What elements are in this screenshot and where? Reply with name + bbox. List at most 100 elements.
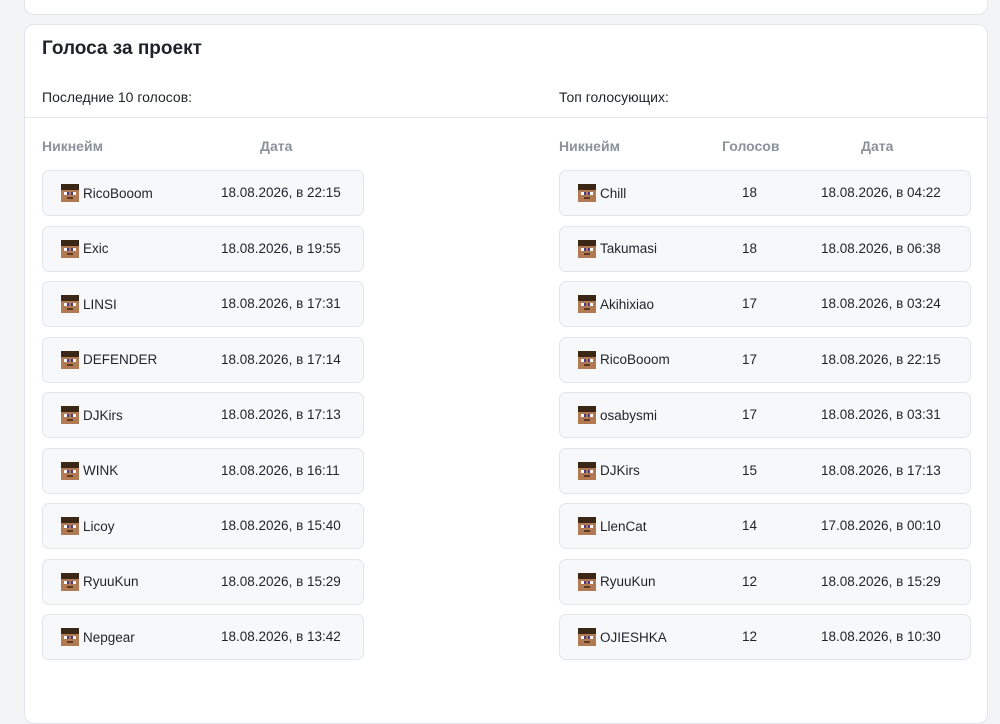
top-voters-label: Топ голосующих:: [559, 89, 669, 105]
player-nick[interactable]: DJKirs: [61, 406, 123, 424]
vote-date: 18.08.2026, в 17:13: [221, 407, 341, 422]
player-nick[interactable]: RyuuKun: [61, 572, 139, 591]
player-nick[interactable]: Exic: [61, 239, 109, 258]
player-nick-text[interactable]: osabysmi: [600, 408, 657, 423]
player-avatar-icon: [578, 517, 596, 535]
top-voter-row: Akihixiao 17 18.08.2026, в 03:24: [559, 281, 971, 327]
vote-date: 18.08.2026, в 17:31: [221, 296, 341, 311]
vote-count: 15: [742, 462, 758, 478]
player-avatar-icon: [578, 628, 596, 646]
vote-date: 18.08.2026, в 17:14: [221, 351, 341, 367]
vote-date: 18.08.2026, в 15:40: [221, 518, 341, 533]
vote-date: 18.08.2026, в 13:42: [221, 629, 341, 644]
player-nick[interactable]: RicoBooom: [578, 350, 670, 369]
previous-card: [24, 0, 988, 15]
player-nick[interactable]: DEFENDER: [61, 350, 157, 369]
vote-date: 18.08.2026, в 06:38: [821, 240, 941, 256]
last-vote-row: DJKirs 18.08.2026, в 17:13: [42, 392, 364, 438]
vote-date: 17.08.2026, в 00:10: [821, 518, 941, 533]
player-avatar-icon: [61, 461, 79, 480]
player-nick[interactable]: Akihixiao: [578, 295, 654, 313]
top-voter-row: OJIESHKA 12 18.08.2026, в 10:30: [559, 614, 971, 660]
player-nick-text[interactable]: Nepgear: [83, 630, 135, 645]
vote-count: 12: [742, 573, 758, 589]
player-avatar-icon: [578, 350, 596, 369]
vote-date: 18.08.2026, в 19:55: [221, 240, 341, 256]
vote-date: 18.08.2026, в 03:24: [821, 296, 941, 311]
last-vote-row: RyuuKun 18.08.2026, в 15:29: [42, 558, 364, 605]
player-nick-text[interactable]: Akihixiao: [600, 297, 654, 312]
top-voter-row: DJKirs 15 18.08.2026, в 17:13: [559, 447, 971, 494]
player-nick-text[interactable]: Licoy: [83, 519, 115, 534]
top-voters-list: Chill 18 18.08.2026, в 04:22 Takumasi 18 18.0…: [559, 170, 971, 670]
vote-count: 17: [742, 407, 758, 422]
vote-date: 18.08.2026, в 03:31: [821, 407, 941, 422]
vote-date: 18.08.2026, в 22:15: [821, 351, 941, 367]
vote-date: 18.08.2026, в 10:30: [821, 629, 941, 644]
top-voter-row: Chill 18 18.08.2026, в 04:22: [559, 170, 971, 216]
player-nick[interactable]: Takumasi: [578, 239, 657, 258]
player-nick-text[interactable]: RyuuKun: [83, 574, 139, 589]
divider: [25, 117, 987, 118]
player-avatar-icon: [61, 295, 79, 313]
top-voters-header-date: Дата: [861, 138, 894, 154]
vote-date: 18.08.2026, в 22:15: [221, 185, 341, 200]
top-voter-row: RicoBooom 17 18.08.2026, в 22:15: [559, 336, 971, 383]
player-avatar-icon: [61, 628, 79, 646]
top-voter-row: osabysmi 17 18.08.2026, в 03:31: [559, 392, 971, 438]
player-nick-text[interactable]: DJKirs: [83, 408, 123, 423]
player-nick[interactable]: LINSI: [61, 295, 117, 313]
votes-card: Голоса за проект Последние 10 голосов: Т…: [24, 24, 988, 724]
top-voter-row: LlenCat 14 17.08.2026, в 00:10: [559, 503, 971, 549]
last-vote-row: Licoy 18.08.2026, в 15:40: [42, 503, 364, 549]
player-nick-text[interactable]: OJIESHKA: [600, 630, 667, 645]
vote-date: 18.08.2026, в 16:11: [221, 462, 340, 478]
vote-count: 17: [742, 351, 758, 367]
player-nick[interactable]: DJKirs: [578, 461, 640, 480]
player-nick[interactable]: RyuuKun: [578, 572, 656, 591]
player-nick-text[interactable]: DEFENDER: [83, 352, 157, 367]
player-nick[interactable]: LlenCat: [578, 517, 647, 535]
player-avatar-icon: [61, 572, 79, 591]
player-nick-text[interactable]: LlenCat: [600, 519, 647, 534]
vote-count: 17: [742, 296, 758, 311]
top-voter-row: Takumasi 18 18.08.2026, в 06:38: [559, 225, 971, 272]
player-nick[interactable]: Licoy: [61, 517, 115, 535]
vote-date: 18.08.2026, в 17:13: [821, 462, 941, 478]
player-nick-text[interactable]: Chill: [600, 186, 626, 201]
player-nick[interactable]: Chill: [578, 184, 626, 202]
player-nick[interactable]: RicoBooom: [61, 184, 153, 202]
vote-date: 18.08.2026, в 15:29: [221, 573, 341, 589]
player-nick[interactable]: WINK: [61, 461, 118, 480]
player-avatar-icon: [61, 184, 79, 202]
vote-count: 14: [742, 518, 758, 533]
vote-count: 18: [742, 185, 758, 200]
player-avatar-icon: [61, 517, 79, 535]
player-nick-text[interactable]: WINK: [83, 463, 118, 478]
player-avatar-icon: [578, 184, 596, 202]
player-nick-text[interactable]: Takumasi: [600, 241, 657, 256]
top-voters-header-nick: Никнейм: [559, 138, 620, 154]
last-votes-header-nick: Никнейм: [42, 138, 103, 154]
player-nick[interactable]: osabysmi: [578, 406, 657, 424]
player-nick-text[interactable]: LINSI: [83, 297, 117, 312]
last-vote-row: LINSI 18.08.2026, в 17:31: [42, 281, 364, 327]
vote-count: 12: [742, 629, 758, 644]
vote-count: 18: [742, 240, 758, 256]
player-avatar-icon: [578, 295, 596, 313]
player-avatar-icon: [578, 572, 596, 591]
player-nick-text[interactable]: DJKirs: [600, 463, 640, 478]
player-nick-text[interactable]: Exic: [83, 241, 109, 256]
player-nick[interactable]: Nepgear: [61, 628, 135, 646]
vote-date: 18.08.2026, в 15:29: [821, 573, 941, 589]
vote-date: 18.08.2026, в 04:22: [821, 185, 941, 200]
player-nick-text[interactable]: RyuuKun: [600, 574, 656, 589]
player-avatar-icon: [61, 350, 79, 369]
player-avatar-icon: [578, 461, 596, 480]
last-vote-row: WINK 18.08.2026, в 16:11: [42, 447, 364, 494]
player-nick-text[interactable]: RicoBooom: [600, 352, 670, 367]
player-avatar-icon: [578, 239, 596, 258]
player-nick[interactable]: OJIESHKA: [578, 628, 667, 646]
last-votes-list: RicoBooom 18.08.2026, в 22:15 Exic 18.08.20…: [42, 170, 364, 670]
player-nick-text[interactable]: RicoBooom: [83, 186, 153, 201]
